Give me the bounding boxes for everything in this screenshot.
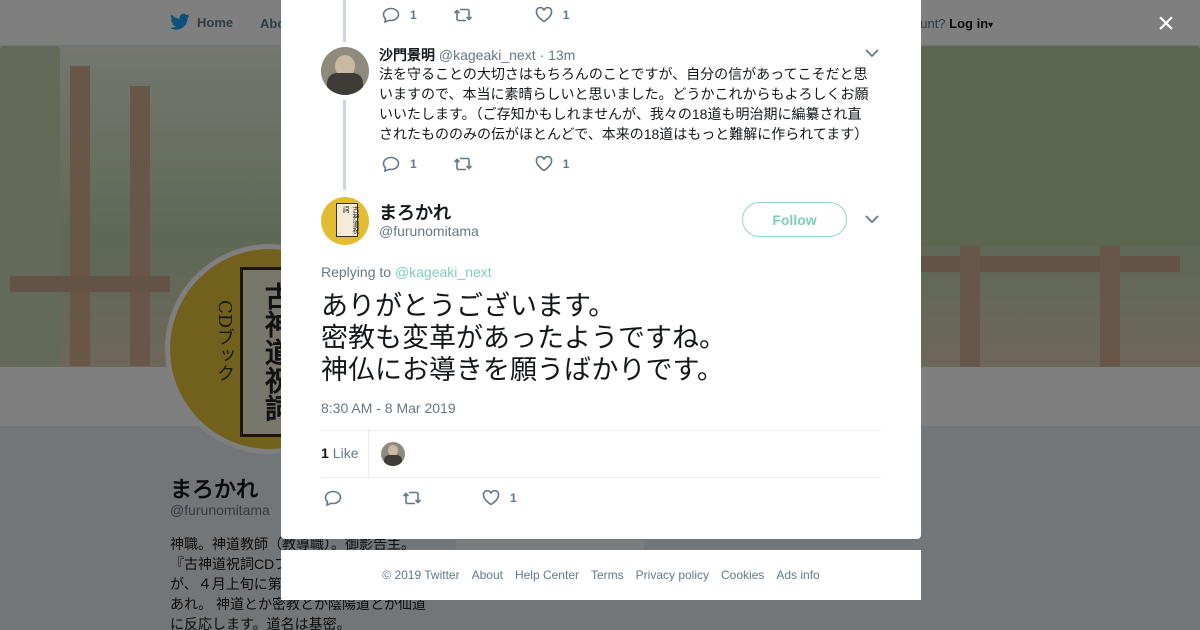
- stats-divider: [368, 431, 369, 477]
- thread-connector: [343, 0, 346, 42]
- liker-avatar[interactable]: [381, 442, 405, 466]
- reply-button[interactable]: [324, 490, 342, 506]
- reply-tweet-text: 法を守ることの大切さはもちろんのことですが、自分の信があってこそだと思 いますの…: [379, 64, 879, 144]
- retweet-icon: [402, 491, 422, 505]
- reply-icon: [324, 490, 342, 506]
- heart-icon: [482, 490, 500, 506]
- likes-stat[interactable]: 1 Like: [321, 445, 358, 461]
- replying-to: Replying to @kageaki_next: [321, 264, 492, 280]
- like-button[interactable]: 1: [535, 156, 570, 172]
- tweet-stats: 1 Like: [321, 430, 881, 478]
- like-button[interactable]: 1: [535, 7, 570, 23]
- retweet-icon: [453, 8, 472, 22]
- reply-icon: [382, 7, 400, 23]
- tweet-text-line: 神仏にお導きを願うばかりです。: [321, 355, 724, 385]
- follow-button[interactable]: Follow: [742, 202, 847, 237]
- main-avatar-book-text: 古神道祝詞: [342, 206, 360, 234]
- reply-button[interactable]: 1: [382, 7, 417, 23]
- footer-link-help-center[interactable]: Help Center: [515, 568, 579, 582]
- like-button[interactable]: 1: [482, 490, 517, 506]
- footer-copyright: © 2019 Twitter: [382, 568, 460, 582]
- tweet-text-line: ありがとうございます。: [321, 291, 616, 321]
- reply-author-handle[interactable]: @kageaki_next: [439, 47, 536, 63]
- main-tweet-actions: 1: [324, 490, 517, 506]
- close-icon[interactable]: ×: [1152, 9, 1180, 39]
- retweet-button[interactable]: [453, 156, 473, 172]
- modal-footer: © 2019 Twitter About Help Center Terms P…: [281, 550, 921, 600]
- reply-tweet-actions: 1 1: [382, 156, 569, 172]
- retweet-icon: [453, 157, 472, 171]
- thread-connector: [343, 100, 346, 190]
- tweet-timestamp[interactable]: 8:30 AM - 8 Mar 2019: [321, 400, 456, 416]
- likes-label: Like: [332, 445, 359, 461]
- likes-count: 1: [321, 445, 329, 461]
- reply-author-name[interactable]: 沙門景明: [379, 47, 435, 63]
- heart-icon: [535, 7, 553, 23]
- reply-author-avatar[interactable]: [321, 47, 369, 95]
- retweet-button[interactable]: [453, 7, 473, 23]
- reply-text-line: いますので、本当に素晴らしいと思いました。どうかこれからもよろしくお願: [379, 86, 869, 102]
- reply-count: 1: [410, 8, 417, 22]
- replying-prefix: Replying to: [321, 264, 392, 280]
- footer-link-ads-info[interactable]: Ads info: [776, 568, 819, 582]
- main-author-name[interactable]: まろかれ: [379, 199, 451, 225]
- like-count: 1: [562, 157, 570, 171]
- reply-tweet-time[interactable]: 13m: [548, 47, 575, 63]
- meta-separator: ·: [539, 47, 545, 63]
- reply-count: 1: [410, 157, 417, 171]
- retweet-button[interactable]: [402, 490, 422, 506]
- tweet-text-line: 密教も変革があったようですね。: [321, 323, 726, 353]
- main-author-avatar[interactable]: 古神道祝詞: [321, 197, 369, 245]
- replying-handle-link[interactable]: @kageaki_next: [395, 264, 492, 280]
- like-count: 1: [562, 8, 570, 22]
- chevron-down-icon[interactable]: [864, 212, 880, 231]
- reply-text-line: 法を守ることの大切さはもちろんのことですが、自分の信があってこそだと思: [379, 66, 868, 82]
- main-tweet-text: ありがとうございます。 密教も変革があったようですね。 神仏にお導きを願うばかり…: [321, 290, 881, 386]
- footer-link-privacy-policy[interactable]: Privacy policy: [636, 568, 709, 582]
- footer-link-terms[interactable]: Terms: [591, 568, 624, 582]
- prev-tweet-actions: 1 1: [382, 7, 569, 23]
- reply-text-line: されたもののみの伝がほとんどで、本来の18道はもっと難解に作られてます）: [379, 126, 869, 142]
- reply-button[interactable]: 1: [382, 156, 417, 172]
- reply-text-line: いいたします。（ご存知かもしれませんが、我々の18道も明治期に編纂され直: [379, 106, 862, 122]
- reply-icon: [382, 156, 400, 172]
- main-author-handle[interactable]: @furunomitama: [379, 223, 479, 239]
- footer-link-about[interactable]: About: [472, 568, 503, 582]
- heart-icon: [535, 156, 553, 172]
- footer-link-cookies[interactable]: Cookies: [721, 568, 764, 582]
- like-count: 1: [510, 491, 517, 505]
- reply-tweet-header: 沙門景明 @kageaki_next · 13m: [379, 45, 575, 65]
- chevron-down-icon[interactable]: [864, 46, 880, 65]
